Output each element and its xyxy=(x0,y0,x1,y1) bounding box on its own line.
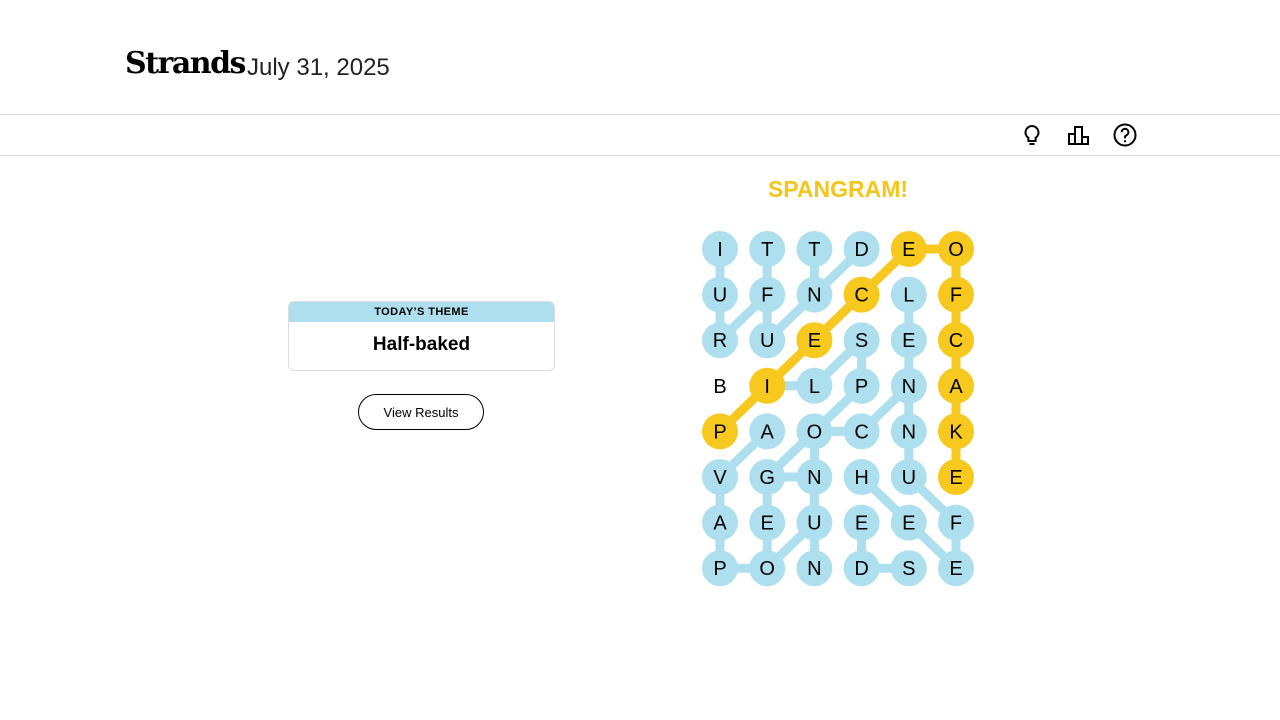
letter-tile[interactable]: A xyxy=(938,367,974,404)
letter-tile[interactable]: G xyxy=(749,459,786,495)
letter-tile[interactable]: N xyxy=(890,367,927,404)
letter-tile-label: O xyxy=(807,421,823,443)
letter-tile[interactable]: H xyxy=(843,459,880,495)
letter-tile-label: I xyxy=(764,376,770,398)
letter-tile-label: G xyxy=(759,467,775,489)
letter-tile[interactable]: C xyxy=(843,413,880,450)
letter-tile-label: N xyxy=(902,376,916,398)
letter-tile-label: F xyxy=(761,285,773,307)
letter-tile-label: U xyxy=(902,467,916,489)
letter-tile-label: N xyxy=(902,421,916,443)
letter-tile-label: U xyxy=(713,285,727,307)
letter-tile-label: B xyxy=(713,376,726,398)
letter-tile[interactable]: F xyxy=(749,276,786,313)
letter-tile[interactable]: U xyxy=(890,459,927,495)
letter-tile-label: N xyxy=(807,285,821,307)
letter-tile[interactable]: A xyxy=(702,504,738,541)
letter-tile-label: A xyxy=(713,513,727,535)
letter-tile[interactable]: O xyxy=(796,413,833,450)
letter-tile[interactable]: D xyxy=(843,231,880,267)
letter-tile-label: C xyxy=(854,285,868,307)
letter-tile-label: C xyxy=(949,330,963,352)
letter-tile[interactable]: E xyxy=(890,504,927,541)
letter-tile[interactable]: E xyxy=(749,504,786,541)
letter-tile[interactable]: D xyxy=(843,550,880,587)
letter-tile-label: E xyxy=(949,467,962,489)
letter-tile[interactable]: I xyxy=(749,367,786,404)
letter-tile-label: N xyxy=(807,467,821,489)
letter-tile-label: H xyxy=(854,467,868,489)
letter-tile[interactable]: S xyxy=(890,550,927,587)
letter-tile-label: U xyxy=(760,330,774,352)
letter-tile[interactable]: E xyxy=(796,322,833,359)
letter-tile[interactable]: O xyxy=(749,550,786,587)
letter-tile-label: E xyxy=(902,239,915,261)
letter-tile[interactable]: U xyxy=(702,276,738,313)
letter-tile[interactable]: T xyxy=(796,231,833,267)
letter-tile[interactable]: K xyxy=(938,413,974,450)
letter-tile[interactable]: E xyxy=(890,231,927,267)
letter-tile[interactable]: C xyxy=(843,276,880,313)
letter-tile-label: S xyxy=(855,330,868,352)
letter-tile[interactable]: E xyxy=(890,322,927,359)
letter-tile[interactable]: N xyxy=(796,459,833,495)
letter-tile[interactable]: N xyxy=(890,413,927,450)
letter-tile[interactable]: T xyxy=(749,231,786,267)
letter-tile-label: P xyxy=(855,376,868,398)
letter-tile-label: R xyxy=(713,330,727,352)
letter-tile-label: E xyxy=(902,330,915,352)
letter-board: I T T D E O U F N C L F R U E S E C B I L P N A P A O C N K V G N H U E A E U E… xyxy=(702,231,974,587)
letter-tile[interactable]: U xyxy=(796,504,833,541)
letter-tile-label: E xyxy=(761,513,774,535)
letter-tile-label: O xyxy=(948,239,964,261)
letter-tile-label: D xyxy=(854,558,868,580)
letter-tile-label: P xyxy=(713,558,726,580)
letter-tile[interactable]: I xyxy=(702,231,738,267)
letter-tile[interactable]: B xyxy=(702,367,738,404)
letter-tile[interactable]: N xyxy=(796,550,833,587)
letter-tile-label: F xyxy=(950,513,962,535)
letter-tile-label: A xyxy=(949,376,963,398)
letter-tile[interactable]: O xyxy=(938,231,974,267)
letter-tile-label: E xyxy=(949,558,962,580)
letter-tile-label: F xyxy=(950,285,962,307)
letter-tile[interactable]: E xyxy=(938,550,974,587)
letter-tile-label: T xyxy=(761,239,773,261)
letter-tile-label: V xyxy=(713,467,727,489)
letter-tile-label: E xyxy=(902,513,915,535)
letter-tile-label: O xyxy=(759,558,775,580)
letter-tile[interactable]: V xyxy=(702,459,738,495)
letter-tile[interactable]: R xyxy=(702,322,738,359)
letter-tile-label: D xyxy=(854,239,868,261)
letter-tile-label: L xyxy=(903,285,914,307)
letter-tile-label: A xyxy=(761,421,775,443)
letter-tile-label: K xyxy=(949,421,963,443)
letter-tile[interactable]: P xyxy=(843,367,880,404)
letter-tile-label: L xyxy=(809,376,820,398)
letter-tile[interactable]: L xyxy=(890,276,927,313)
letter-tile[interactable]: U xyxy=(749,322,786,359)
letter-tile[interactable]: F xyxy=(938,276,974,313)
letter-tile[interactable]: F xyxy=(938,504,974,541)
letter-tile[interactable]: L xyxy=(796,367,833,404)
letter-tile-label: C xyxy=(854,421,868,443)
letter-tile-label: U xyxy=(807,513,821,535)
letter-tile-label: S xyxy=(902,558,915,580)
letter-tile[interactable]: N xyxy=(796,276,833,313)
letter-tile-label: T xyxy=(808,239,820,261)
letter-tile-label: E xyxy=(808,330,821,352)
letter-tile-label: P xyxy=(713,421,726,443)
letter-tile[interactable]: E xyxy=(938,459,974,495)
letter-tile-label: N xyxy=(807,558,821,580)
letter-tile[interactable]: P xyxy=(702,550,738,587)
letter-tile[interactable]: E xyxy=(843,504,880,541)
letter-tile[interactable]: C xyxy=(938,322,974,359)
letter-tile-label: I xyxy=(717,239,723,261)
letter-tile[interactable]: A xyxy=(749,413,786,450)
letter-tile-label: E xyxy=(855,513,868,535)
letter-tile[interactable]: S xyxy=(843,322,880,359)
letter-tile[interactable]: P xyxy=(702,413,738,450)
